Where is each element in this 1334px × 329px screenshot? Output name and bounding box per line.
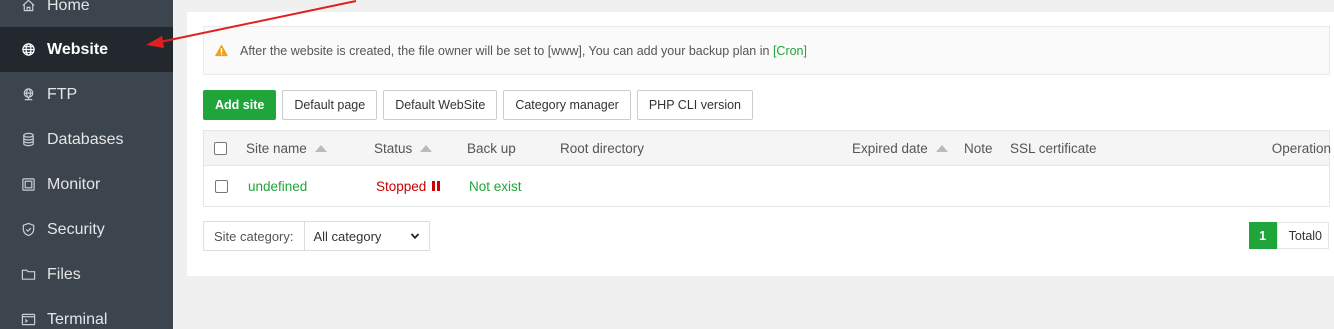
column-site-name[interactable]: Site name — [246, 131, 327, 166]
default-page-button[interactable]: Default page — [282, 90, 378, 120]
notice-banner: After the website is created, the file o… — [203, 26, 1330, 75]
sidebar-item-label: FTP — [47, 85, 78, 103]
column-expired-date[interactable]: Expired date — [852, 131, 948, 166]
sidebar-item-label: Terminal — [47, 310, 108, 328]
total-count: Total0 — [1276, 222, 1329, 249]
sidebar-item-monitor[interactable]: Monitor — [0, 162, 173, 207]
column-status[interactable]: Status — [374, 131, 433, 166]
category-manager-button[interactable]: Category manager — [503, 90, 631, 120]
column-label: Expired date — [852, 141, 928, 156]
php-cli-version-button[interactable]: PHP CLI version — [636, 90, 754, 120]
ftp-icon — [20, 87, 36, 103]
sidebar-item-label: Website — [47, 40, 109, 58]
sidebar-item-label: Security — [47, 220, 105, 238]
sidebar-item-databases[interactable]: Databases — [0, 117, 173, 162]
select-all-checkbox[interactable] — [214, 142, 227, 155]
site-category-value: All category — [313, 228, 382, 244]
sites-table: Site name Status Back up Root directory … — [203, 130, 1331, 207]
chevron-down-icon — [410, 233, 419, 240]
column-label: Note — [964, 141, 993, 156]
sidebar-item-home[interactable]: Home — [0, 0, 173, 28]
column-label: Operation — [1271, 141, 1331, 156]
sort-up-icon — [935, 145, 948, 152]
warning-icon — [214, 44, 229, 57]
sort-up-icon — [420, 145, 433, 152]
sidebar-item-website[interactable]: Website — [0, 27, 173, 72]
sidebar-item-label: Home — [47, 0, 90, 14]
row-checkbox[interactable] — [215, 179, 228, 193]
select-all-checkbox-cell — [214, 131, 227, 166]
terminal-icon — [20, 312, 36, 328]
toolbar: Add site Default page Default WebSite Ca… — [203, 90, 754, 120]
database-icon — [20, 132, 36, 148]
pagination: 1 Total0 — [1248, 222, 1329, 249]
default-website-button[interactable]: Default WebSite — [383, 90, 498, 120]
folder-icon — [20, 267, 36, 283]
sidebar-item-label: Monitor — [47, 175, 101, 193]
status-label: Stopped — [376, 178, 427, 194]
globe-icon — [20, 42, 36, 58]
site-category-select[interactable]: All category — [304, 222, 429, 250]
monitor-icon — [20, 177, 36, 193]
column-ssl-certificate: SSL certificate — [1010, 131, 1097, 166]
add-site-button[interactable]: Add site — [203, 90, 277, 120]
notice-text: After the website is created, the file o… — [240, 43, 773, 58]
cron-link[interactable]: [Cron] — [773, 44, 807, 58]
sidebar-item-label: Files — [47, 265, 81, 283]
table-header: Site name Status Back up Root directory … — [204, 131, 1331, 166]
pause-icon — [432, 181, 436, 191]
sidebar-item-terminal[interactable]: Terminal — [0, 297, 173, 329]
column-operation: Operation — [1272, 131, 1331, 166]
shield-icon — [20, 222, 36, 238]
column-label: Status — [374, 141, 413, 156]
backup-link[interactable]: Not exist — [469, 166, 522, 206]
status-toggle[interactable]: Stopped — [376, 166, 436, 206]
sidebar-item-security[interactable]: Security — [0, 207, 173, 252]
table-row: undefined Stopped Not exist — [204, 166, 552, 207]
site-name-link[interactable]: undefined — [248, 166, 307, 206]
sidebar: Home Website FTP Databases Monitor Secur… — [0, 0, 173, 329]
sidebar-item-files[interactable]: Files — [0, 252, 173, 297]
home-icon — [20, 0, 36, 14]
row-checkbox-cell — [215, 166, 228, 206]
column-note: Note — [964, 131, 993, 166]
site-category-label: Site category: — [204, 222, 305, 250]
column-label: Site name — [246, 141, 307, 156]
column-backup: Back up — [467, 131, 516, 166]
sidebar-item-ftp[interactable]: FTP — [0, 72, 173, 117]
sort-up-icon — [314, 145, 327, 152]
column-label: SSL certificate — [1010, 141, 1097, 156]
main-panel: After the website is created, the file o… — [187, 12, 1334, 276]
site-category-filter: Site category: All category — [203, 221, 430, 251]
column-label: Root directory — [560, 141, 645, 156]
column-root-directory: Root directory — [560, 131, 644, 166]
page-number-current[interactable]: 1 — [1248, 222, 1277, 249]
sidebar-item-label: Databases — [47, 130, 124, 148]
column-label: Back up — [467, 141, 516, 156]
